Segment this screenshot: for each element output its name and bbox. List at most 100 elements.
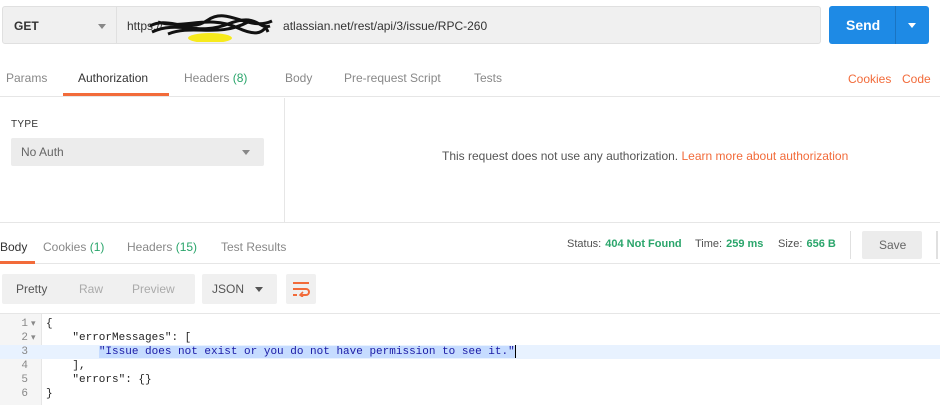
method-label: GET — [14, 19, 39, 33]
code-text: "errorMessages": [ — [46, 331, 191, 345]
line-number: 1 — [21, 318, 28, 330]
tab-headers-count: (8) — [232, 71, 248, 85]
chevron-down-icon — [255, 287, 263, 292]
response-tab-cookies-count: (1) — [89, 240, 105, 254]
code-line: 6} — [0, 387, 940, 401]
auth-message: This request does not use any authorizat… — [442, 149, 848, 163]
auth-type-select[interactable]: No Auth — [11, 138, 264, 166]
code-line: 3 "Issue does not exist or you do not ha… — [0, 345, 940, 359]
json-punctuation: : {} — [125, 374, 152, 386]
method-select[interactable]: GET — [2, 6, 117, 44]
save-response-label: Save — [879, 238, 907, 252]
line-number: 6 — [21, 388, 28, 400]
status-divider — [850, 231, 851, 259]
tab-pre-request-script[interactable]: Pre-request Script — [344, 71, 441, 85]
url-suffix: atlassian.net/rest/api/3/issue/RPC-260 — [283, 19, 488, 33]
wrap-lines-button[interactable] — [286, 274, 316, 304]
json-key: "errors" — [72, 374, 126, 386]
response-status: Status: 404 Not Found — [567, 238, 682, 250]
format-raw-button[interactable]: Raw — [79, 282, 103, 296]
code-line: 2 ▾ "errorMessages": [ — [0, 331, 940, 345]
wrap-lines-icon — [293, 282, 310, 297]
status-label: Status: — [567, 238, 602, 250]
code-text: "errors": {} — [46, 373, 152, 387]
response-tab-cookies-label: Cookies — [43, 240, 87, 254]
fold-toggle-icon[interactable]: ▾ — [31, 317, 36, 331]
auth-type-panel: TYPE No Auth — [0, 98, 285, 222]
response-active-underline — [0, 261, 35, 264]
format-pretty-button[interactable]: Pretty — [16, 282, 47, 296]
json-punctuation — [46, 374, 72, 386]
send-divider — [895, 6, 896, 44]
tab-params-label: Params — [6, 71, 48, 85]
tab-headers-label: Headers — [184, 71, 230, 85]
chevron-down-icon — [98, 24, 106, 29]
response-tab-headers-count: (15) — [175, 240, 198, 254]
redaction-scribble-icon — [149, 14, 273, 42]
language-label: JSON — [212, 282, 245, 296]
response-tab-cookies[interactable]: Cookies (1) — [43, 240, 104, 254]
send-label: Send — [846, 17, 881, 33]
response-tab-body-label: Body — [0, 240, 28, 254]
tab-body-label: Body — [285, 71, 313, 85]
time-label: Time: — [695, 238, 723, 250]
status-value: 404 Not Found — [605, 238, 682, 250]
code-link[interactable]: Code — [902, 72, 931, 86]
json-punctuation: : [ — [171, 332, 192, 344]
text-cursor — [514, 345, 516, 358]
response-time: Time: 259 ms — [695, 238, 763, 250]
size-value: 656 B — [806, 238, 836, 250]
tab-pre-request-label: Pre-request Script — [344, 71, 441, 85]
fold-toggle-icon[interactable]: ▾ — [31, 331, 36, 345]
edge-divider — [936, 231, 938, 259]
json-punctuation — [46, 332, 72, 344]
response-size: Size: 656 B — [778, 238, 836, 250]
tab-tests-label: Tests — [474, 71, 503, 85]
cookies-link[interactable]: Cookies — [848, 72, 891, 86]
json-punctuation: } — [46, 388, 53, 400]
code-text: } — [46, 387, 53, 401]
response-tab-headers-label: Headers — [127, 240, 173, 254]
auth-type-value: No Auth — [21, 145, 64, 159]
json-punctuation — [46, 346, 99, 358]
json-punctuation: ], — [46, 360, 86, 372]
code-line: 1 ▾ { — [0, 317, 940, 331]
send-options-chevron-icon[interactable] — [908, 23, 916, 28]
response-tabs: Body Cookies (1) Headers (15) Test Resul… — [0, 222, 940, 264]
response-tab-headers[interactable]: Headers (15) — [127, 240, 197, 254]
request-bar: GET https://atlassian.net/rest/api/3/iss… — [0, 0, 940, 50]
json-punctuation: { — [46, 318, 53, 330]
learn-more-auth-link[interactable]: Learn more about authorization — [682, 149, 849, 163]
response-tab-test-results[interactable]: Test Results — [221, 240, 286, 254]
code-text: ], — [46, 359, 86, 373]
response-tab-body[interactable]: Body — [0, 240, 27, 254]
line-number: 2 — [21, 332, 28, 344]
language-select[interactable]: JSON — [202, 274, 277, 304]
tab-tests[interactable]: Tests — [474, 71, 502, 85]
json-string: "Issue does not exist or you do not have… — [98, 346, 515, 359]
format-preview-button[interactable]: Preview — [132, 282, 175, 296]
tab-params[interactable]: Params — [6, 71, 47, 85]
line-number: 3 — [21, 346, 28, 358]
request-tabs: Params Authorization Headers (8) Body Pr… — [0, 60, 940, 97]
response-body-editor[interactable]: 1 ▾{2 ▾ "errorMessages": [3 "Issue does no… — [0, 313, 940, 405]
tab-body[interactable]: Body — [285, 71, 312, 85]
tab-authorization[interactable]: Authorization — [78, 71, 148, 85]
active-tab-underline — [63, 93, 169, 96]
time-value: 259 ms — [726, 238, 764, 250]
send-button[interactable]: Send — [829, 6, 929, 44]
code-text: { — [46, 317, 53, 331]
code-line: 5 "errors": {} — [0, 373, 940, 387]
auth-message-text: This request does not use any authorizat… — [442, 149, 679, 163]
format-toggle-group: Pretty Raw Preview — [2, 274, 195, 304]
response-tab-test-results-label: Test Results — [221, 240, 287, 254]
code-line: 4 ], — [0, 359, 940, 373]
auth-type-label: TYPE — [11, 119, 39, 130]
json-key: "errorMessages" — [72, 332, 172, 344]
save-response-button[interactable]: Save — [862, 231, 922, 259]
tab-headers[interactable]: Headers (8) — [184, 71, 247, 85]
tab-authorization-label: Authorization — [78, 71, 149, 85]
line-number: 5 — [21, 374, 28, 386]
line-number: 4 — [21, 360, 28, 372]
chevron-down-icon — [242, 150, 250, 155]
